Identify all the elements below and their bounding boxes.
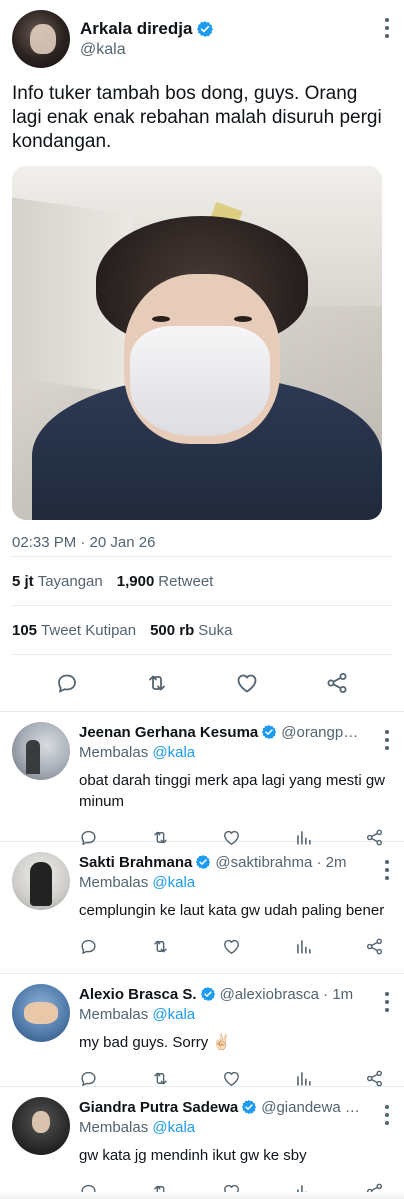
replying-to-handle[interactable]: @kala xyxy=(152,1119,195,1136)
reply-item[interactable]: Jeenan Gerhana Kesuma @orangpe... Membal… xyxy=(0,712,404,845)
stats-row-views-retweets: 5 jt Tayangan 1,900 Retweet xyxy=(12,557,392,605)
reply-body: Alexio Brasca S. @alexiobrasca · 1m Memb… xyxy=(79,982,392,1099)
verified-badge-icon xyxy=(195,854,212,870)
quotes-stat[interactable]: 105 Tweet Kutipan xyxy=(12,622,136,639)
retweet-icon[interactable] xyxy=(145,671,169,695)
reply-text: my bad guys. Sorry ✌🏻 xyxy=(79,1034,232,1051)
views-icon[interactable] xyxy=(294,937,313,956)
reply-author-name[interactable]: Jeenan Gerhana Kesuma xyxy=(79,724,258,741)
share-icon[interactable] xyxy=(365,1069,384,1088)
reply-avatar[interactable] xyxy=(12,722,70,780)
reply-body: Jeenan Gerhana Kesuma @orangpe... Membal… xyxy=(79,720,392,858)
retweet-icon[interactable] xyxy=(151,937,170,956)
main-tweet: Arkala diredja @kala Info tuker tambah b… xyxy=(0,0,404,711)
reply-item[interactable]: Alexio Brasca S. @alexiobrasca · 1m Memb… xyxy=(0,974,404,1087)
author-handle[interactable]: @kala xyxy=(80,41,214,59)
replying-to: Membalas @kala xyxy=(79,744,392,764)
replying-to-handle[interactable]: @kala xyxy=(152,1006,195,1023)
reply-author-name[interactable]: Alexio Brasca S. xyxy=(79,986,197,1003)
reply-author-handle[interactable]: @orangpe... xyxy=(281,724,361,741)
author-avatar[interactable] xyxy=(12,10,70,68)
verified-badge-icon xyxy=(199,986,216,1002)
replying-prefix: Membalas xyxy=(79,1119,149,1136)
reply-header: Alexio Brasca S. @alexiobrasca · 1m xyxy=(79,982,361,1006)
author-name[interactable]: Arkala diredja xyxy=(80,19,192,39)
tweet-timestamp[interactable]: 02:33 PM · 20 Jan 26 xyxy=(12,534,392,556)
verified-badge-icon xyxy=(196,20,215,38)
replying-to-handle[interactable]: @kala xyxy=(152,874,195,891)
replying-prefix: Membalas xyxy=(79,1006,149,1023)
tweet-photo[interactable] xyxy=(12,166,382,520)
tweet-text: Info tuker tambah bos dong, guys. Orang … xyxy=(12,83,382,152)
replying-to: Membalas @kala xyxy=(79,1006,392,1026)
reply-author-handle[interactable]: @alexiobrasca · 1m xyxy=(220,986,354,1003)
views-label: Tayangan xyxy=(37,572,103,590)
reply-text: cemplungin ke laut kata gw udah paling b… xyxy=(79,902,385,919)
reply-text: obat darah tinggi merk apa lagi yang mes… xyxy=(79,772,386,810)
quotes-label: Tweet Kutipan xyxy=(41,621,137,639)
more-icon[interactable] xyxy=(384,860,390,880)
replying-to: Membalas @kala xyxy=(79,874,392,894)
more-icon[interactable] xyxy=(384,18,390,38)
reply-icon[interactable] xyxy=(55,671,79,695)
verified-badge-icon xyxy=(241,1099,258,1115)
reply-avatar[interactable] xyxy=(12,1097,70,1155)
author-name-row[interactable]: Arkala diredja xyxy=(80,19,215,39)
retweets-stat[interactable]: 1,900 Retweet xyxy=(117,573,214,590)
reply-header: Jeenan Gerhana Kesuma @orangpe... xyxy=(79,720,361,744)
likes-count: 500 rb xyxy=(150,621,195,639)
quotes-count: 105 xyxy=(12,621,38,639)
reply-body: Giandra Putra Sadewa @giandewa · ... Mem… xyxy=(79,1095,392,1199)
reply-item[interactable]: Giandra Putra Sadewa @giandewa · ... Mem… xyxy=(0,1087,404,1199)
reply-header: Giandra Putra Sadewa @giandewa · ... xyxy=(79,1095,361,1119)
replying-prefix: Membalas xyxy=(79,874,149,891)
more-icon[interactable] xyxy=(384,992,390,1012)
likes-stat[interactable]: 500 rb Suka xyxy=(150,622,232,639)
more-icon[interactable] xyxy=(384,730,390,750)
like-icon[interactable] xyxy=(235,671,259,695)
reply-avatar[interactable] xyxy=(12,852,70,910)
reply-icon[interactable] xyxy=(79,937,98,956)
share-icon[interactable] xyxy=(325,671,349,695)
next-reply-peek xyxy=(0,1192,404,1199)
reply-body: Sakti Brahmana @saktibrahma · 2m Membala… xyxy=(79,850,392,967)
views-stat[interactable]: 5 jt Tayangan xyxy=(12,573,103,590)
likes-label: Suka xyxy=(198,621,233,639)
share-icon[interactable] xyxy=(365,937,384,956)
views-icon[interactable] xyxy=(294,1069,313,1088)
tweet-actions xyxy=(12,655,392,711)
retweet-icon[interactable] xyxy=(151,1069,170,1088)
reply-avatar[interactable] xyxy=(12,984,70,1042)
reply-item[interactable]: Sakti Brahmana @saktibrahma · 2m Membala… xyxy=(0,842,404,974)
reply-author-name[interactable]: Sakti Brahmana xyxy=(79,854,192,871)
verified-badge-icon xyxy=(261,724,278,740)
retweets-count: 1,900 xyxy=(116,572,155,590)
reply-icon[interactable] xyxy=(79,1069,98,1088)
reply-actions xyxy=(79,925,392,967)
reply-header: Sakti Brahmana @saktibrahma · 2m xyxy=(79,850,361,874)
reply-text: gw kata jg mendinh ikut gw ke sby xyxy=(79,1147,307,1164)
replying-to-handle[interactable]: @kala xyxy=(152,744,195,761)
views-count: 5 jt xyxy=(12,572,34,590)
replying-prefix: Membalas xyxy=(79,744,149,761)
retweets-label: Retweet xyxy=(158,572,214,590)
author-info: Arkala diredja @kala xyxy=(80,19,215,59)
stats-row-quotes-likes: 105 Tweet Kutipan 500 rb Suka xyxy=(12,606,392,654)
like-icon[interactable] xyxy=(222,1069,241,1088)
replying-to: Membalas @kala xyxy=(79,1119,392,1139)
tweet-header: Arkala diredja @kala xyxy=(12,10,392,68)
like-icon[interactable] xyxy=(222,937,241,956)
more-icon[interactable] xyxy=(384,1105,390,1125)
reply-author-name[interactable]: Giandra Putra Sadewa xyxy=(79,1099,238,1116)
reply-author-handle[interactable]: @saktibrahma · 2m xyxy=(215,854,346,871)
reply-author-handle[interactable]: @giandewa · ... xyxy=(261,1099,361,1116)
